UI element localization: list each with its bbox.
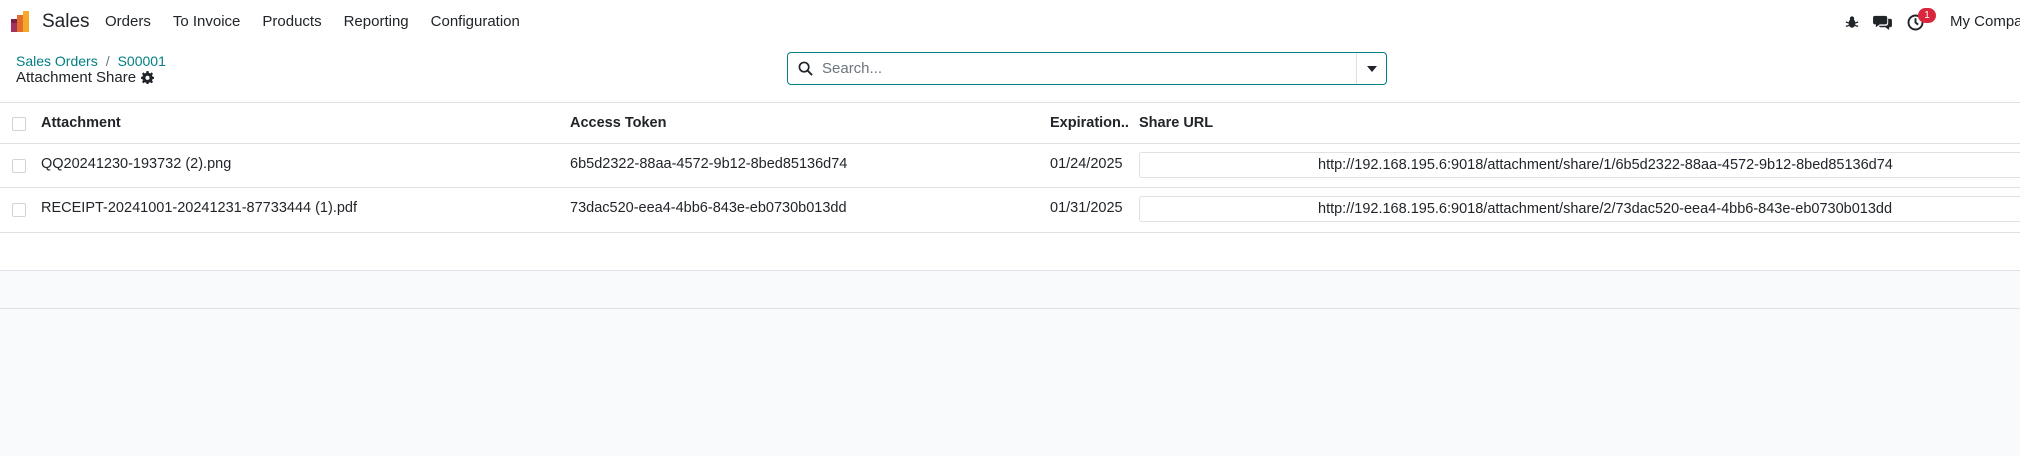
share-url-field[interactable]: http://192.168.195.6:9018/attachment/sha… [1139,152,2020,178]
gear-icon[interactable] [141,71,155,84]
access-token-cell[interactable]: 73dac520-eea4-4bb6-843e-eb0730b013dd [570,200,1040,216]
table-row[interactable]: QQ20241230-193732 (2).png 6b5d2322-88aa-… [0,144,2020,188]
empty-row [0,233,2020,271]
search-options-toggle[interactable] [1356,53,1386,84]
attachment-cell[interactable]: QQ20241230-193732 (2).png [41,156,561,172]
breadcrumb-s00001[interactable]: S00001 [118,53,166,69]
main-menu: Orders To Invoice Products Reporting Con… [96,0,533,42]
menu-to-invoice[interactable]: To Invoice [173,13,241,30]
bug-icon[interactable] [1842,12,1862,32]
select-all-checkbox[interactable] [12,117,26,131]
company-switcher[interactable]: My Compa [1950,13,2020,30]
attachment-cell[interactable]: RECEIPT-20241001-20241231-87733444 (1).p… [41,200,561,216]
menu-products[interactable]: Products [262,13,321,30]
expiration-cell[interactable]: 01/31/2025 [1050,200,1130,216]
table-row[interactable]: RECEIPT-20241001-20241231-87733444 (1).p… [0,188,2020,233]
access-token-cell[interactable]: 6b5d2322-88aa-4572-9b12-8bed85136d74 [570,156,1040,172]
chat-icon[interactable] [1872,12,1892,32]
caret-down-icon [1366,65,1377,72]
menu-configuration[interactable]: Configuration [431,13,520,30]
search-input[interactable] [822,54,1356,83]
row-checkbox[interactable] [12,203,26,217]
breadcrumb-sales-orders[interactable]: Sales Orders [16,53,98,69]
breadcrumb: Sales Orders / S00001 [16,53,166,69]
page-title: Attachment Share [16,69,155,86]
menu-reporting[interactable]: Reporting [344,13,409,30]
sales-app-icon[interactable] [10,9,34,33]
attachment-share-list: Attachment Access Token Expiration... Sh… [0,102,2020,456]
column-header-attachment[interactable]: Attachment [41,115,561,131]
empty-row [0,271,2020,309]
list-header-row: Attachment Access Token Expiration... Sh… [0,102,2020,144]
app-name[interactable]: Sales [42,11,90,33]
top-navbar: Sales Orders To Invoice Products Reporti… [0,0,2020,42]
breadcrumb-separator: / [105,53,110,69]
search-bar [787,52,1387,85]
row-checkbox[interactable] [12,159,26,173]
activity-count-badge: 1 [1918,8,1936,23]
page-title-text: Attachment Share [16,69,137,86]
column-header-share-url[interactable]: Share URL [1139,115,1213,131]
column-header-expiration[interactable]: Expiration... [1050,115,1130,131]
search-icon [788,53,822,84]
column-header-access-token[interactable]: Access Token [570,115,1040,131]
share-url-field[interactable]: http://192.168.195.6:9018/attachment/sha… [1139,196,2020,222]
expiration-cell[interactable]: 01/24/2025 [1050,156,1130,172]
menu-orders[interactable]: Orders [105,13,151,30]
